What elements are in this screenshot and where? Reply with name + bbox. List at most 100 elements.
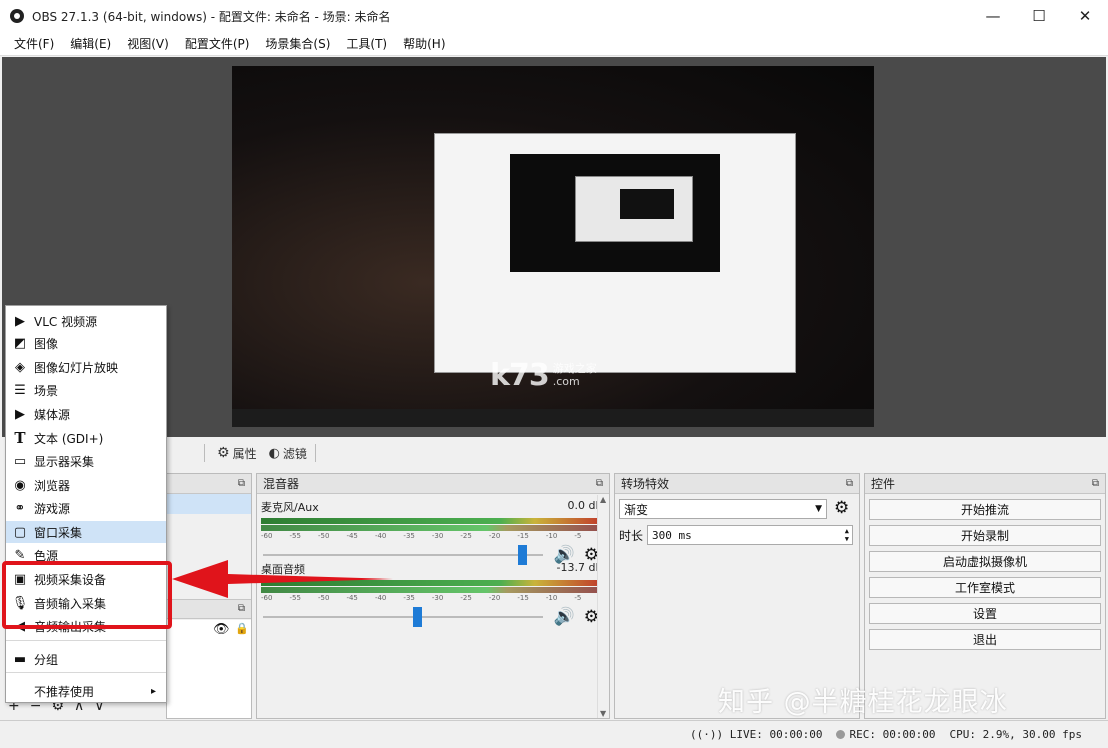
studio-mode-button[interactable]: 工作室模式: [869, 577, 1101, 598]
properties-button[interactable]: ⚙ 属性: [217, 445, 257, 462]
obs-logo-icon: [10, 9, 24, 23]
float-icon[interactable]: ⧉: [846, 478, 853, 489]
globe-icon: ◉: [14, 477, 26, 493]
meter-tick-label: -15: [517, 594, 529, 602]
speaker-icon[interactable]: 🔊: [554, 607, 575, 627]
highlight-box: [2, 561, 172, 629]
visibility-icon[interactable]: 👁: [213, 622, 230, 637]
context-menu-item[interactable]: 不推荐使用 ▸: [6, 680, 166, 702]
meter-tick-label: -45: [346, 532, 358, 540]
context-menu-item[interactable]: ◉ 浏览器: [6, 474, 166, 496]
volume-meter: [261, 525, 603, 531]
start-recording-button[interactable]: 开始录制: [869, 525, 1101, 546]
filter-icon: ◐: [268, 445, 280, 461]
rec-dot-icon: [836, 730, 846, 739]
exit-button[interactable]: 退出: [869, 629, 1101, 650]
meter-ticks: -60-55-50-45-40-35-30-25-20-15-10-50: [261, 532, 603, 540]
context-menu-item[interactable]: ▬ 分组: [6, 648, 166, 670]
context-menu-item[interactable]: ▶ 媒体源: [6, 403, 166, 425]
menu-separator: [6, 640, 166, 641]
text-icon: T: [14, 429, 26, 447]
spin-arrows-icon[interactable]: ▲ ▼: [845, 527, 849, 543]
menu-bar: 文件(F) 编辑(E) 视图(V) 配置文件(P) 场景集合(S) 工具(T) …: [0, 32, 1108, 56]
meter-tick-label: -40: [374, 532, 387, 540]
close-button[interactable]: ✕: [1062, 0, 1108, 32]
meter-tick-label: -20: [488, 594, 501, 602]
context-menu-item[interactable]: ▢ 窗口采集: [6, 521, 166, 543]
meter-tick-label: -55: [289, 532, 301, 540]
meter-tick-label: -50: [317, 532, 330, 540]
meter-tick-label: -25: [460, 594, 472, 602]
sources-dock-header: ⧉: [167, 474, 251, 494]
context-menu-item[interactable]: ◈ 图像幻灯片放映: [6, 356, 166, 378]
red-arrow-annotation: [172, 560, 393, 598]
volume-slider[interactable]: 🔊 ⚙: [261, 606, 603, 628]
menu-separator: [6, 672, 166, 673]
context-menu-item[interactable]: ☰ 场景: [6, 379, 166, 401]
filters-button[interactable]: ◐ 滤镜: [269, 445, 307, 462]
play-icon: ▶: [15, 313, 25, 329]
preview-canvas[interactable]: k73 游戏之家 .com: [232, 66, 874, 427]
preview-nested-inner: [510, 154, 720, 272]
duration-spinbox[interactable]: 300 ms ▲ ▼: [647, 525, 853, 545]
gear-icon: ⚙: [217, 445, 230, 461]
volume-meter: [261, 518, 603, 524]
menu-profile[interactable]: 配置文件(P): [177, 35, 258, 52]
toolbar-divider: [204, 444, 205, 462]
start-streaming-button[interactable]: 开始推流: [869, 499, 1101, 520]
meter-tick-label: -30: [431, 594, 444, 602]
menu-tools[interactable]: 工具(T): [338, 35, 395, 52]
menu-view[interactable]: 视图(V): [119, 35, 177, 52]
maximize-button[interactable]: ☐: [1016, 0, 1062, 32]
window-controls: — ☐ ✕: [970, 0, 1108, 32]
rec-status: REC: 00:00:00: [836, 728, 936, 741]
transition-settings-gear-icon[interactable]: ⚙: [834, 498, 849, 518]
window-title: OBS 27.1.3 (64-bit, windows) - 配置文件: 未命名…: [32, 9, 391, 24]
slideshow-icon: ◈: [15, 359, 25, 375]
preview-taskbar: [232, 409, 874, 427]
volume-slider-handle[interactable]: [413, 607, 422, 627]
preview-nested-capture: [434, 133, 796, 373]
float-icon[interactable]: ⧉: [238, 603, 245, 614]
folder-icon: ▬: [13, 651, 27, 667]
float-icon[interactable]: ⧉: [238, 478, 245, 489]
meter-tick-label: -10: [545, 532, 558, 540]
preview-nested-inner3: [620, 189, 674, 219]
transitions-dock-header: 转场特效 ⧉: [615, 474, 859, 494]
meter-tick-label: -10: [545, 594, 558, 602]
settings-button[interactable]: 设置: [869, 603, 1101, 624]
context-menu-item[interactable]: T 文本 (GDI+): [6, 427, 166, 449]
menu-scene-collection[interactable]: 场景集合(S): [257, 35, 338, 52]
scroll-down-icon[interactable]: ▼: [600, 709, 606, 718]
image-icon: ◩: [13, 335, 27, 351]
status-bar: ((·)) LIVE: 00:00:00 REC: 00:00:00 CPU: …: [0, 720, 1108, 748]
context-menu-item[interactable]: ▭ 显示器采集: [6, 450, 166, 472]
minimize-button[interactable]: —: [970, 0, 1016, 32]
monitor-icon: ▭: [13, 453, 27, 469]
float-icon[interactable]: ⧉: [596, 478, 603, 489]
meter-tick-label: -5: [574, 594, 582, 602]
meter-tick-label: -30: [431, 532, 444, 540]
cpu-status: CPU: 2.9%, 30.00 fps: [949, 728, 1082, 741]
float-icon[interactable]: ⧉: [1092, 478, 1099, 489]
scroll-up-icon[interactable]: ▲: [600, 495, 606, 504]
add-source-context-menu: ▶ VLC 视频源 ◩ 图像 ◈ 图像幻灯片放映 ☰ 场景 ▶ 媒体源 T 文本 (GDI+) ▭ 显示器…: [5, 305, 167, 703]
duration-label: 时长: [619, 529, 644, 543]
menu-edit[interactable]: 编辑(E): [62, 35, 119, 52]
mixer-track-mic: 麦克风/Aux 0.0 dB -60 -55 -50 -45 -40 -35 -30 -25-…: [261, 499, 603, 566]
chevron-down-icon: ▼: [815, 504, 822, 514]
mixer-dock-header: 混音器 ⧉: [257, 474, 609, 494]
selected-source-row[interactable]: [167, 494, 251, 514]
transition-select[interactable]: 渐变 ▼: [619, 499, 827, 519]
context-menu-item[interactable]: ⚭ 游戏源: [6, 497, 166, 519]
mixer-scrollbar[interactable]: ▲ ▼: [597, 495, 609, 718]
zhihu-watermark: 知乎 @半糖桂花龙眼冰: [718, 687, 1008, 718]
menu-help[interactable]: 帮助(H): [395, 35, 453, 52]
source-toolbar: ⚙ 属性 ◐ 滤镜: [168, 439, 1106, 467]
track-name: 麦克风/Aux: [261, 501, 319, 514]
start-virtual-camera-button[interactable]: 启动虚拟摄像机: [869, 551, 1101, 572]
context-menu-item[interactable]: ▶ VLC 视频源: [6, 310, 166, 332]
lock-icon[interactable]: 🔒: [235, 622, 249, 635]
context-menu-item[interactable]: ◩ 图像: [6, 332, 166, 354]
menu-file[interactable]: 文件(F): [6, 35, 62, 52]
